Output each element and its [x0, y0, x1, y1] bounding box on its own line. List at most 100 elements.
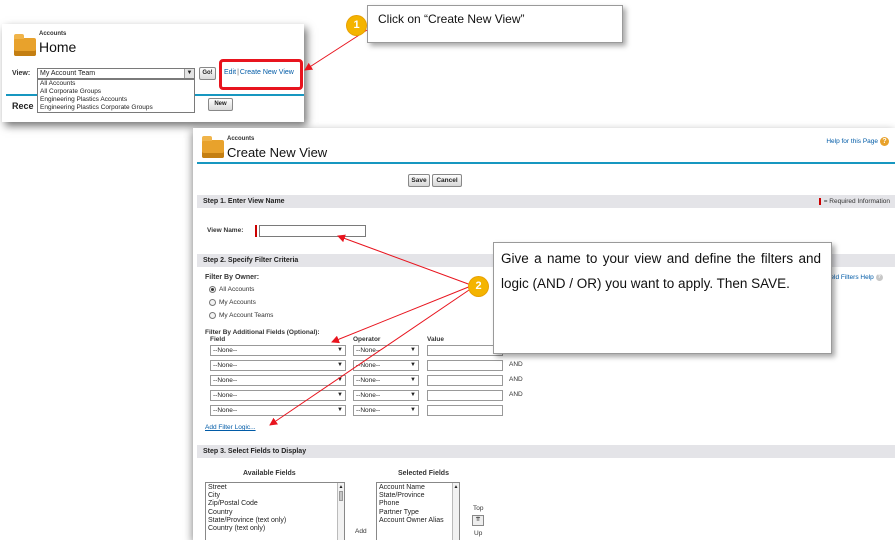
- list-item[interactable]: Partner Type: [379, 509, 457, 517]
- list-item[interactable]: Phone: [379, 500, 457, 508]
- field-select-value: --None--: [213, 347, 238, 354]
- owner-option-all-accounts[interactable]: All Accounts: [209, 286, 254, 293]
- chevron-up-icon[interactable]: ▲: [453, 483, 459, 491]
- column-header-value: Value: [427, 336, 444, 343]
- scrollbar[interactable]: ▲: [452, 483, 459, 540]
- new-button[interactable]: New: [208, 98, 233, 111]
- field-select[interactable]: --None-- ▼: [210, 390, 346, 401]
- chevron-down-icon[interactable]: ▼: [410, 361, 416, 370]
- help-for-page-link[interactable]: Help for this Page?: [826, 137, 889, 146]
- recent-section-title: Rece: [12, 101, 34, 111]
- move-up-label: Up: [474, 530, 483, 537]
- list-item[interactable]: State/Province: [379, 492, 457, 500]
- chevron-down-icon[interactable]: ▼: [337, 376, 343, 385]
- save-button[interactable]: Save: [408, 174, 430, 187]
- list-item[interactable]: City: [208, 492, 342, 500]
- selected-fields-title: Selected Fields: [398, 470, 449, 477]
- dropdown-option[interactable]: All Accounts: [40, 80, 194, 88]
- field-select-value: --None--: [213, 392, 238, 399]
- view-select[interactable]: My Account Team ▼: [37, 68, 195, 79]
- list-item[interactable]: State/Province (text only): [208, 517, 342, 525]
- header-divider: [197, 162, 895, 164]
- dropdown-option[interactable]: All Corporate Groups: [40, 88, 194, 96]
- value-input[interactable]: [427, 405, 503, 416]
- required-marker: [818, 197, 821, 205]
- dropdown-option[interactable]: Engineering Plastics Corporate Groups: [40, 104, 194, 112]
- help-link-label[interactable]: Help for this Page: [826, 138, 878, 145]
- conjunction-label: AND: [509, 376, 523, 383]
- help-icon[interactable]: ?: [880, 137, 889, 146]
- list-item[interactable]: Country: [208, 509, 342, 517]
- field-select[interactable]: --None-- ▼: [210, 375, 346, 386]
- chevron-down-icon[interactable]: ▼: [337, 346, 343, 355]
- owner-option-label: All Accounts: [219, 286, 255, 294]
- callout-step-2: Give a name to your view and define the …: [493, 242, 832, 354]
- value-input[interactable]: [427, 360, 503, 371]
- step1-header: Step 1. Enter View Name: [197, 195, 895, 208]
- filter-row: --None-- ▼ --None-- ▼ AND: [193, 360, 553, 371]
- list-item[interactable]: Account Name: [379, 484, 457, 492]
- radio-selected[interactable]: [209, 286, 216, 293]
- breadcrumb: Accounts: [39, 31, 67, 37]
- list-item[interactable]: Street: [208, 484, 342, 492]
- operator-select[interactable]: --None-- ▼: [353, 345, 419, 356]
- chevron-up-icon[interactable]: ▲: [338, 483, 344, 491]
- operator-select[interactable]: --None-- ▼: [353, 375, 419, 386]
- field-select[interactable]: --None-- ▼: [210, 360, 346, 371]
- value-input[interactable]: [427, 375, 503, 386]
- field-select-value: --None--: [213, 377, 238, 384]
- dropdown-option[interactable]: Engineering Plastics Accounts: [40, 96, 194, 104]
- chevron-down-icon[interactable]: ▼: [410, 391, 416, 400]
- field-select[interactable]: --None-- ▼: [210, 345, 346, 356]
- view-select-value: My Account Team: [40, 70, 96, 77]
- add-filter-logic-link[interactable]: Add Filter Logic...: [205, 424, 256, 431]
- operator-select-value: --None--: [356, 377, 381, 384]
- owner-option-label: My Accounts: [219, 299, 256, 307]
- view-dropdown-list[interactable]: All Accounts All Corporate Groups Engine…: [37, 79, 195, 113]
- chevron-down-icon[interactable]: ▼: [337, 361, 343, 370]
- value-input[interactable]: [427, 390, 503, 401]
- breadcrumb: Accounts: [227, 136, 255, 142]
- chevron-down-icon[interactable]: ▼: [337, 406, 343, 415]
- operator-select[interactable]: --None-- ▼: [353, 390, 419, 401]
- required-marker: [255, 225, 257, 237]
- chevron-down-icon[interactable]: ▼: [410, 406, 416, 415]
- arrow-to-create-view: [304, 29, 368, 71]
- list-item[interactable]: Account Owner Alias: [379, 517, 457, 525]
- chevron-down-icon[interactable]: ▼: [337, 391, 343, 400]
- view-name-input[interactable]: [259, 225, 366, 237]
- required-info-text: = Required Information: [823, 198, 890, 205]
- field-filters-help-label[interactable]: Field Filters Help: [825, 274, 874, 281]
- chevron-down-icon[interactable]: ▼: [184, 69, 194, 78]
- field-filters-help-link[interactable]: Field Filters Help?: [825, 274, 883, 281]
- add-field-button[interactable]: Add: [355, 528, 367, 535]
- value-input[interactable]: [427, 345, 503, 356]
- operator-select[interactable]: --None-- ▼: [353, 405, 419, 416]
- move-top-icon[interactable]: ⇈: [472, 515, 484, 526]
- cancel-button[interactable]: Cancel: [432, 174, 462, 187]
- list-item[interactable]: Country (text only): [208, 525, 342, 533]
- chevron-down-icon[interactable]: ▼: [410, 376, 416, 385]
- filter-row: --None-- ▼ --None-- ▼ AND: [193, 375, 553, 386]
- owner-option-my-account-teams[interactable]: My Account Teams: [209, 312, 273, 319]
- scrollbar[interactable]: ▲: [337, 483, 344, 540]
- step-number-badge: 2: [469, 277, 488, 296]
- available-fields-title: Available Fields: [243, 470, 296, 477]
- field-select-value: --None--: [213, 362, 238, 369]
- filter-row: --None-- ▼ --None-- ▼: [193, 405, 553, 416]
- help-icon[interactable]: ?: [875, 274, 883, 281]
- view-label: View:: [12, 70, 31, 77]
- scrollbar-thumb[interactable]: [339, 491, 343, 501]
- radio-unselected[interactable]: [209, 312, 216, 319]
- column-header-operator: Operator: [353, 336, 381, 343]
- selected-fields-list[interactable]: Account Name State/Province Phone Partne…: [376, 482, 460, 540]
- list-item[interactable]: Zip/Postal Code: [208, 500, 342, 508]
- go-button[interactable]: Go!: [199, 67, 216, 80]
- available-fields-list[interactable]: Street City Zip/Postal Code Country Stat…: [205, 482, 345, 540]
- chevron-down-icon[interactable]: ▼: [410, 346, 416, 355]
- radio-unselected[interactable]: [209, 299, 216, 306]
- filter-by-owner-label: Filter By Owner:: [205, 274, 260, 281]
- operator-select[interactable]: --None-- ▼: [353, 360, 419, 371]
- field-select[interactable]: --None-- ▼: [210, 405, 346, 416]
- owner-option-my-accounts[interactable]: My Accounts: [209, 299, 256, 306]
